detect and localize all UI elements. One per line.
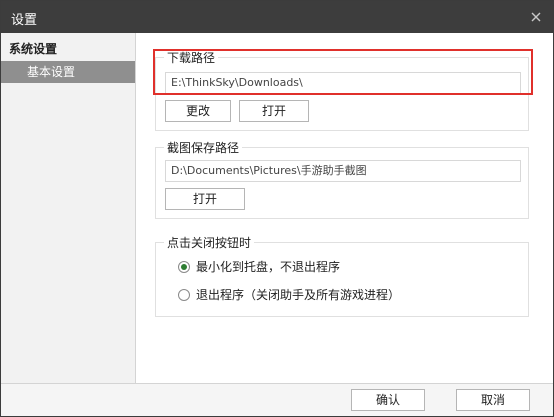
download-path-field[interactable]: E:\ThinkSky\Downloads\ bbox=[165, 72, 521, 94]
close-option-minimize[interactable]: 最小化到托盘，不退出程序 bbox=[178, 258, 478, 276]
close-option-exit[interactable]: 退出程序（关闭助手及所有游戏进程） bbox=[178, 286, 508, 304]
screenshot-path-group: 截图保存路径 D:\Documents\Pictures\手游助手截图 打开 bbox=[155, 139, 529, 219]
screenshot-path-legend: 截图保存路径 bbox=[164, 139, 243, 156]
dialog-footer: 确认 取消 bbox=[1, 383, 553, 416]
settings-content: 下载路径 E:\ThinkSky\Downloads\ 更改 打开 截图保存路径… bbox=[137, 33, 553, 383]
close-action-group: 点击关闭按钮时 最小化到托盘，不退出程序 退出程序（关闭助手及所有游戏进程） bbox=[155, 234, 529, 317]
sidebar-item-basic-settings[interactable]: 基本设置 bbox=[1, 61, 135, 83]
radio-minimize[interactable] bbox=[178, 261, 190, 273]
open-screenshot-path-button[interactable]: 打开 bbox=[165, 188, 245, 210]
close-icon bbox=[531, 12, 541, 22]
close-option-exit-label: 退出程序（关闭助手及所有游戏进程） bbox=[196, 288, 401, 302]
screenshot-path-field[interactable]: D:\Documents\Pictures\手游助手截图 bbox=[165, 160, 521, 182]
download-path-legend: 下载路径 bbox=[164, 49, 219, 66]
sidebar: 系统设置 基本设置 bbox=[1, 33, 136, 383]
close-action-legend: 点击关闭按钮时 bbox=[164, 234, 255, 251]
close-button[interactable] bbox=[525, 6, 547, 28]
radio-exit[interactable] bbox=[178, 289, 190, 301]
change-download-path-button[interactable]: 更改 bbox=[165, 100, 231, 122]
title-bar: 设置 bbox=[1, 1, 553, 33]
confirm-button[interactable]: 确认 bbox=[351, 389, 425, 411]
settings-dialog: 设置 系统设置 基本设置 下载路径 E:\ThinkSky\Downloads\… bbox=[0, 0, 554, 417]
open-download-path-button[interactable]: 打开 bbox=[239, 100, 309, 122]
sidebar-group-label: 系统设置 bbox=[9, 42, 58, 56]
close-option-minimize-label: 最小化到托盘，不退出程序 bbox=[196, 260, 341, 274]
download-path-group: 下载路径 E:\ThinkSky\Downloads\ 更改 打开 bbox=[155, 49, 529, 131]
window-title: 设置 bbox=[11, 13, 38, 28]
cancel-button[interactable]: 取消 bbox=[456, 389, 530, 411]
